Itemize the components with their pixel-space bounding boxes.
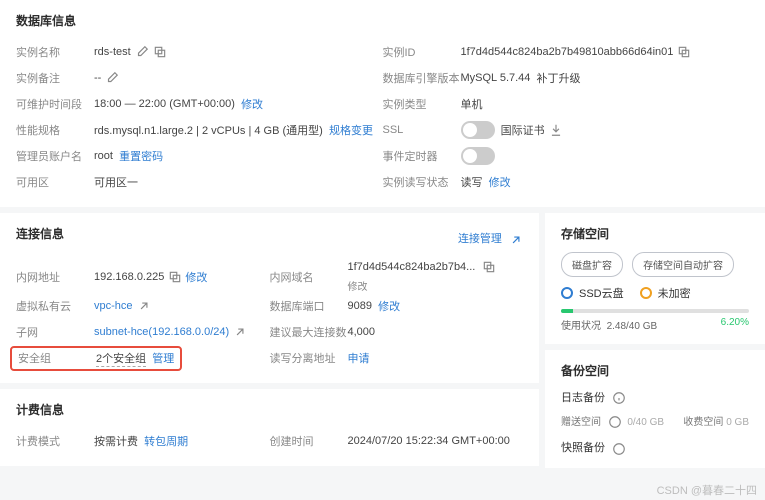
- copy-icon[interactable]: [482, 260, 496, 274]
- value-remark: --: [94, 72, 101, 84]
- backup-card: 备份空间 日志备份 赠送空间 0/40 GB 收费空间 0 GB 快照备份: [545, 350, 765, 468]
- usage-label: 使用状况: [561, 321, 601, 332]
- watermark: CSDN @暮春二十四: [657, 482, 757, 498]
- value-port: 9089: [348, 300, 372, 312]
- port-edit-link[interactable]: 修改: [378, 298, 400, 314]
- billing-card: 计费信息 计费模式 按需计费 转包周期 创建时间 2024/07/20 15:2…: [0, 389, 539, 466]
- label-instance-name: 实例名称: [16, 44, 94, 60]
- value-instance-name: rds-test: [94, 46, 131, 58]
- value-instance-id: 1f7d4d544c824ba2b7b49810abb66d64in01: [461, 46, 674, 58]
- usage-percent: 6.20%: [721, 317, 749, 332]
- info-icon[interactable]: [612, 442, 626, 456]
- free-label: 赠送空间: [561, 417, 601, 428]
- label-rw: 实例读写状态: [383, 174, 461, 190]
- copy-icon[interactable]: [168, 270, 182, 284]
- encrypt-icon: [640, 287, 652, 299]
- value-subnet[interactable]: subnet-hce(192.168.0.0/24): [94, 326, 229, 338]
- rwsep-apply-link[interactable]: 申请: [348, 350, 370, 366]
- ip-edit-link[interactable]: 修改: [185, 269, 207, 285]
- external-icon[interactable]: [233, 325, 247, 339]
- timer-toggle[interactable]: [461, 147, 495, 165]
- storage-card: 存储空间 磁盘扩容 存储空间自动扩容 SSD云盘 未加密 使用状况 2.48/4…: [545, 213, 765, 344]
- label-port: 数据库端口: [270, 298, 348, 314]
- disk-type: SSD云盘: [579, 285, 624, 301]
- value-admin: root: [94, 150, 113, 162]
- reset-password-link[interactable]: 重置密码: [119, 148, 163, 164]
- download-icon[interactable]: [549, 123, 563, 137]
- billing-title: 计费信息: [16, 401, 523, 418]
- info-icon[interactable]: [612, 391, 626, 405]
- value-created: 2024/07/20 15:22:34 GMT+00:00: [348, 435, 510, 447]
- maint-edit-link[interactable]: 修改: [241, 96, 263, 112]
- value-rw: 读写: [461, 174, 483, 190]
- free-value: 0/40 GB: [627, 417, 664, 428]
- disk-expand-button[interactable]: 磁盘扩容: [561, 252, 623, 277]
- edit-icon[interactable]: [105, 71, 119, 85]
- label-domain: 内网域名: [270, 269, 348, 285]
- paid-value: 0 GB: [726, 417, 749, 428]
- paid-label: 收费空间: [683, 417, 723, 428]
- sg-manage-link[interactable]: 管理: [152, 350, 174, 366]
- domain-edit-link[interactable]: 修改: [348, 278, 497, 293]
- value-maint: 18:00 — 22:00 (GMT+00:00): [94, 98, 235, 110]
- usage-bar-fill: [561, 309, 573, 313]
- conn-title: 连接信息: [16, 225, 64, 242]
- value-domain: 1f7d4d544c824ba2b7b4...: [348, 261, 476, 273]
- label-created: 创建时间: [270, 433, 348, 449]
- db-info-card: 数据库信息 实例名称 rds-test 实例ID 1f7d4d544c824ba…: [0, 0, 765, 207]
- label-instance-id: 实例ID: [383, 44, 461, 60]
- label-timer: 事件定时器: [383, 148, 461, 164]
- disk-type-icon: [561, 287, 573, 299]
- label-spec: 性能规格: [16, 122, 94, 138]
- label-maxconn: 建议最大连接数: [270, 324, 348, 340]
- value-spec: rds.mysql.n1.large.2 | 2 vCPUs | 4 GB (通…: [94, 122, 323, 138]
- engine-upgrade: 补丁升级: [537, 70, 581, 86]
- value-type: 单机: [461, 96, 483, 112]
- label-subnet: 子网: [16, 324, 94, 340]
- info-icon[interactable]: [608, 415, 622, 429]
- label-sg: 安全组: [18, 350, 96, 366]
- label-ssl: SSL: [383, 124, 461, 136]
- value-engine: MySQL 5.7.44: [461, 72, 531, 84]
- value-ip: 192.168.0.225: [94, 271, 164, 283]
- conn-info-card: 连接信息 连接管理 内网地址 192.168.0.225 修改 内网域名 1f7…: [0, 213, 539, 383]
- usage-bar: [561, 309, 749, 313]
- conn-manage-link[interactable]: 连接管理: [458, 233, 502, 245]
- label-billmode: 计费模式: [16, 433, 94, 449]
- value-billmode: 按需计费: [94, 433, 138, 449]
- value-maxconn: 4,000: [348, 326, 376, 338]
- external-icon[interactable]: [137, 299, 151, 313]
- external-icon[interactable]: [509, 233, 523, 247]
- label-rwsep: 读写分离地址: [270, 350, 348, 366]
- copy-icon[interactable]: [677, 45, 691, 59]
- auto-expand-button[interactable]: 存储空间自动扩容: [632, 252, 734, 277]
- edit-icon[interactable]: [135, 45, 149, 59]
- label-type: 实例类型: [383, 96, 461, 112]
- encrypt-status: 未加密: [658, 285, 691, 301]
- value-sg: 2个安全组: [96, 350, 146, 367]
- label-remark: 实例备注: [16, 70, 94, 86]
- fast-backup-label: 快照备份: [561, 442, 605, 454]
- db-info-title: 数据库信息: [16, 12, 749, 29]
- ssl-cert-link: 国际证书: [501, 122, 545, 138]
- bill-switch-link[interactable]: 转包周期: [144, 433, 188, 449]
- ssl-toggle[interactable]: [461, 121, 495, 139]
- copy-icon[interactable]: [153, 45, 167, 59]
- label-engine: 数据库引擎版本: [383, 70, 461, 86]
- log-backup-label: 日志备份: [561, 392, 605, 404]
- storage-title: 存储空间: [561, 225, 749, 242]
- label-maint: 可维护时间段: [16, 96, 94, 112]
- label-ip: 内网地址: [16, 269, 94, 285]
- spec-change-link[interactable]: 规格变更: [329, 122, 373, 138]
- value-vpc[interactable]: vpc-hce: [94, 300, 133, 312]
- usage-value: 2.48/40 GB: [607, 321, 658, 332]
- label-vpc: 虚拟私有云: [16, 298, 94, 314]
- label-admin: 管理员账户名: [16, 148, 94, 164]
- security-group-highlight: 安全组 2个安全组 管理: [10, 346, 182, 371]
- backup-title: 备份空间: [561, 362, 749, 379]
- label-az: 可用区: [16, 174, 94, 190]
- value-az: 可用区一: [94, 174, 138, 190]
- rw-edit-link[interactable]: 修改: [489, 174, 511, 190]
